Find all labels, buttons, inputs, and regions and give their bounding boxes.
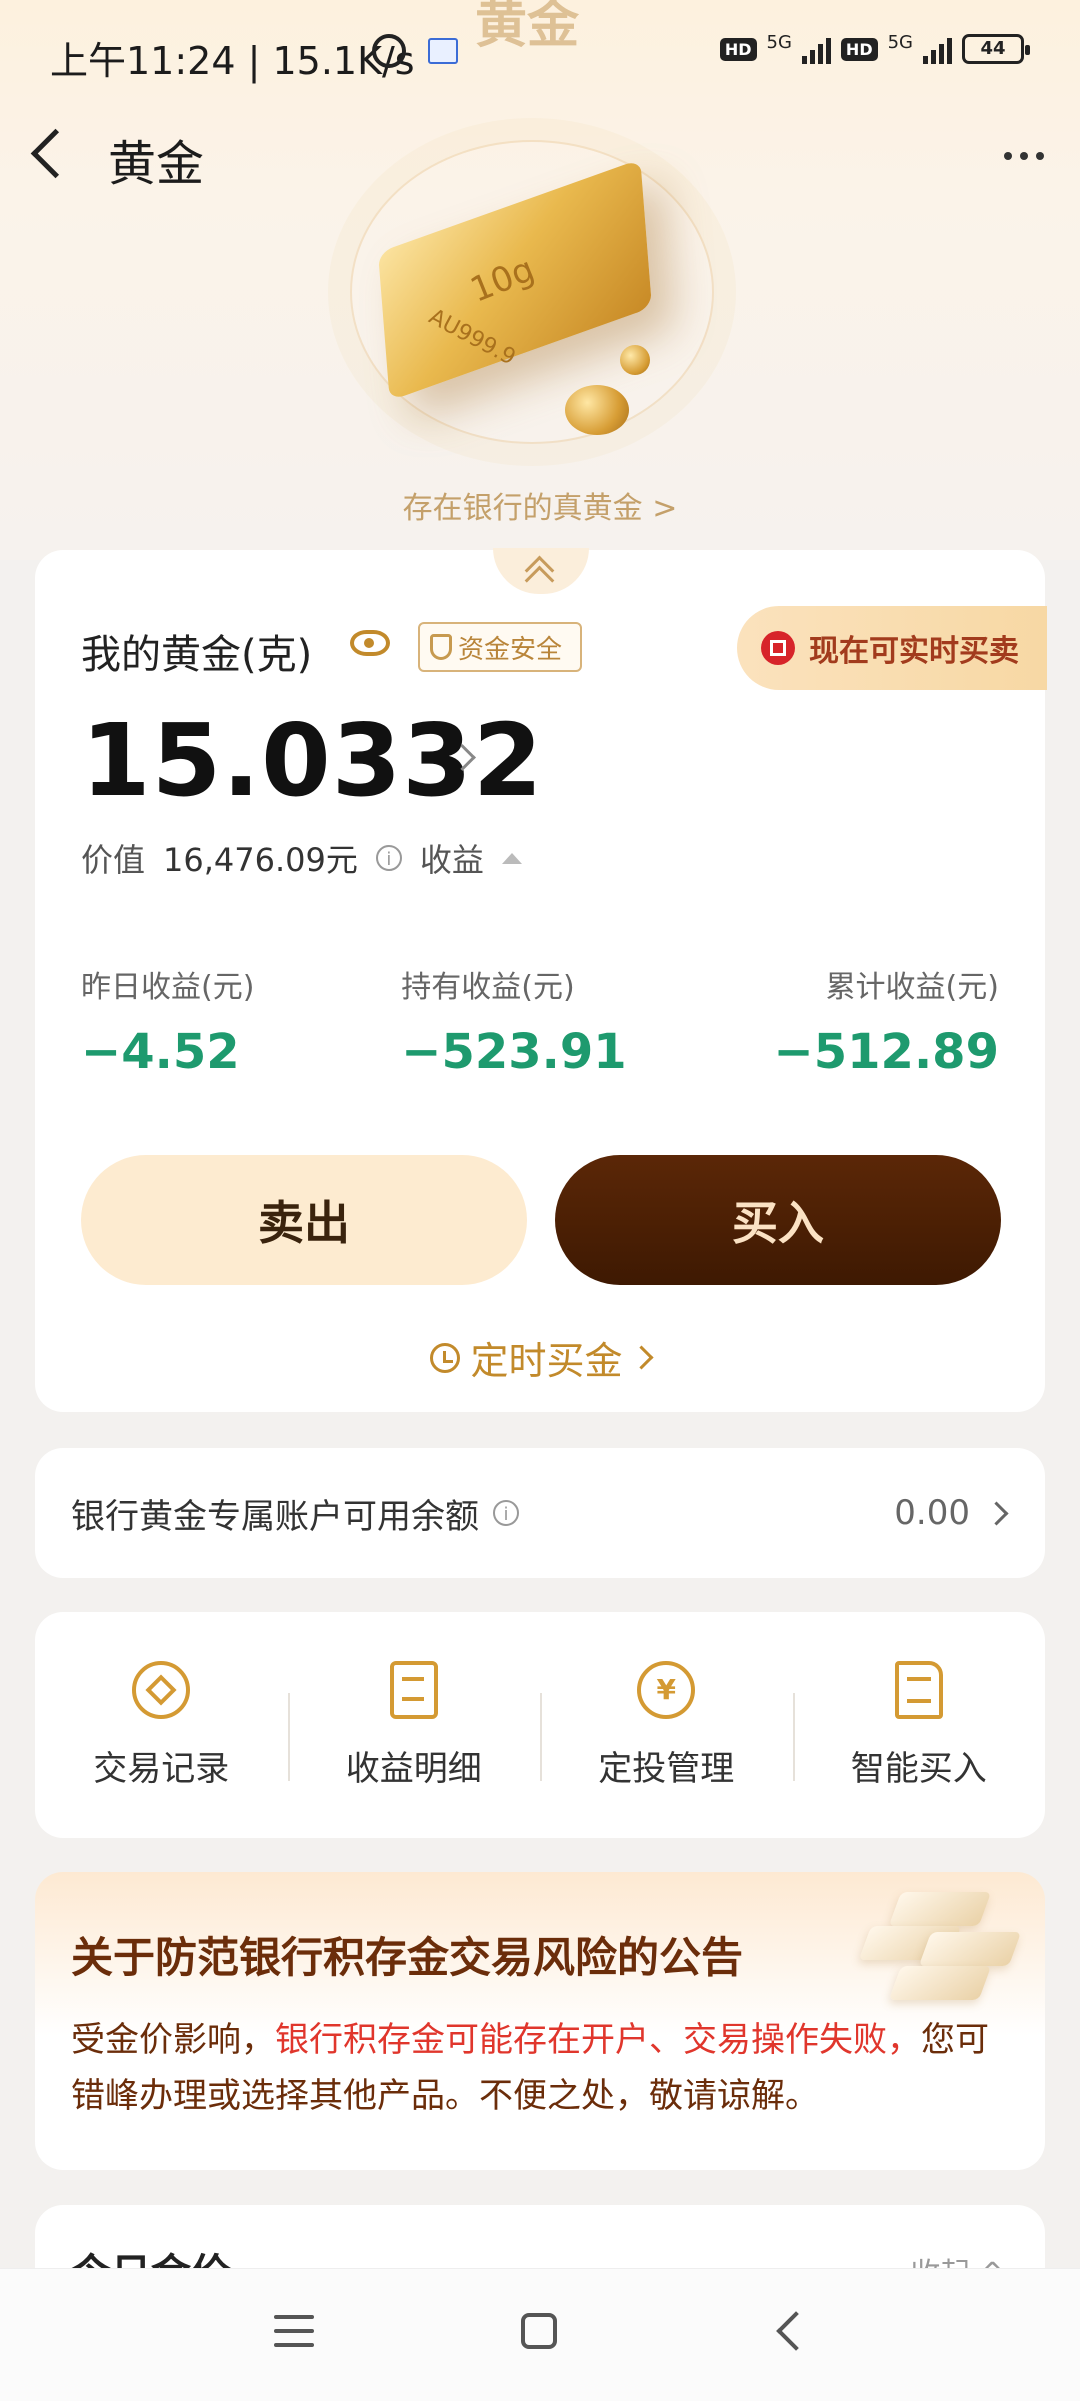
hd-icon: HD: [719, 37, 757, 61]
menu-item-plan-management[interactable]: ¥ 定投管理: [540, 1660, 793, 1790]
system-nav-bar: [0, 2268, 1080, 2401]
plan-icon: ¥: [637, 1660, 696, 1719]
menu-label: 收益明细: [345, 1748, 482, 1789]
risk-notice-card[interactable]: 关于防范银行积存金交易风险的公告 受金价影响，银行积存金可能存在开户、交易操作失…: [35, 1872, 1045, 2170]
battery-icon: 44: [962, 34, 1030, 64]
network-type: 5G: [766, 31, 792, 53]
network-type: 5G: [887, 31, 913, 53]
account-balance-row[interactable]: 银行黄金专属账户可用余额 i 0.00: [35, 1448, 1045, 1578]
holdings-amount[interactable]: 15.0332: [81, 702, 543, 819]
chevron-right-icon: [984, 1500, 1009, 1526]
scheduled-buy-link[interactable]: 定时买金: [35, 1330, 1045, 1385]
notice-body-prefix: 受金价影响，: [71, 2020, 275, 2060]
stat-label: 累计收益(元): [825, 970, 999, 1005]
signal-icon: [801, 34, 831, 64]
mail-icon: [428, 38, 458, 64]
eye-icon[interactable]: [350, 630, 390, 656]
chevron-right-icon: [628, 1345, 654, 1370]
stat-label: 持有收益(元): [401, 970, 575, 1005]
home-icon[interactable]: [521, 2313, 557, 2349]
recent-apps-icon[interactable]: [274, 2315, 314, 2347]
status-time: 上午11:24 | 15.1K/s: [50, 39, 415, 83]
realtime-trade-label: 现在可实时买卖: [809, 634, 1019, 669]
more-icon[interactable]: [1004, 152, 1044, 160]
page-title: 黄金: [108, 136, 205, 192]
status-indicators: HD 5G HD 5G 44: [719, 31, 1030, 64]
safety-badge[interactable]: 资金安全: [418, 622, 583, 672]
menu-item-trade-records[interactable]: 交易记录: [35, 1660, 288, 1790]
menu-item-smart-buy[interactable]: 智能买入: [792, 1660, 1046, 1790]
caret-up-icon[interactable]: [501, 852, 522, 864]
status-bar: 黄金 上午11:24 | 15.1K/s HD 5G HD 5G 44: [0, 0, 1080, 110]
profit-stats: 昨日收益(元) −4.52 持有收益(元) −523.91 累计收益(元) −5…: [81, 962, 999, 1080]
notice-title: 关于防范银行积存金交易风险的公告: [71, 1933, 744, 1982]
safety-badge-label: 资金安全: [458, 634, 563, 665]
gold-bean-icon: [565, 385, 629, 435]
balance-value: 0.00: [894, 1493, 970, 1533]
ghost-title: 黄金: [475, 0, 580, 55]
info-icon[interactable]: i: [375, 845, 402, 871]
back-nav-icon[interactable]: [776, 2311, 816, 2351]
stat-value: −523.91: [401, 1024, 627, 1080]
menu-label: 智能买入: [850, 1748, 987, 1789]
detail-icon: [389, 1660, 438, 1719]
record-icon: [132, 1660, 191, 1719]
stat-holding: 持有收益(元) −523.91: [401, 962, 626, 1080]
stat-cumulative: 累计收益(元) −512.89: [774, 962, 999, 1080]
smart-buy-icon: [894, 1660, 943, 1719]
bank-logo-icon: [761, 631, 795, 665]
stat-value: −4.52: [81, 1024, 240, 1080]
hd-icon: HD: [840, 37, 878, 61]
back-icon[interactable]: [30, 128, 81, 179]
buy-button[interactable]: 买入: [555, 1155, 1001, 1285]
gold-bars-decoration-icon: [855, 1882, 1022, 2002]
signal-icon: [923, 34, 952, 64]
stat-value: −512.89: [773, 1024, 999, 1080]
info-icon[interactable]: i: [493, 1500, 519, 1526]
value-label: 价值: [81, 841, 146, 879]
gold-bar-illustration: 10g AU999.9: [330, 140, 750, 460]
collapse-chevron-icon[interactable]: [493, 548, 589, 594]
alarm-icon: [372, 34, 406, 68]
balance-label: 银行黄金专属账户可用余额: [71, 1496, 479, 1537]
menu-item-profit-detail[interactable]: 收益明细: [287, 1660, 541, 1790]
profit-toggle[interactable]: 收益: [420, 835, 484, 881]
scheduled-buy-label: 定时买金: [470, 1339, 623, 1383]
clock-icon: [430, 1342, 461, 1373]
value-row: 价值 16,476.09元 i 收益: [81, 835, 522, 881]
shield-icon: [430, 634, 452, 660]
quick-menu: 交易记录 收益明细 ¥ 定投管理 智能买入: [35, 1612, 1045, 1838]
holdings-card: 我的黄金(克) 资金安全 现在可实时买卖 15.0332 价值 16,476.0…: [35, 548, 1047, 1412]
realtime-trade-tag[interactable]: 现在可实时买卖: [737, 606, 1047, 690]
menu-label: 定投管理: [598, 1748, 735, 1789]
stat-yesterday: 昨日收益(元) −4.52: [81, 962, 254, 1080]
holdings-label: 我的黄金(克): [81, 632, 313, 678]
notice-body-highlight: 银行积存金可能存在开户、交易操作失败，: [275, 2020, 921, 2060]
value-amount: 16,476.09元: [163, 841, 358, 879]
notice-body: 受金价影响，银行积存金可能存在开户、交易操作失败，您可错峰办理或选择其他产品。不…: [71, 2012, 1021, 2124]
menu-label: 交易记录: [93, 1748, 230, 1789]
sell-button[interactable]: 卖出: [81, 1155, 527, 1285]
gold-ball-icon: [620, 345, 650, 375]
hero-tagline-link[interactable]: 存在银行的真黄金 >: [0, 483, 1080, 527]
stat-label: 昨日收益(元): [81, 970, 255, 1005]
